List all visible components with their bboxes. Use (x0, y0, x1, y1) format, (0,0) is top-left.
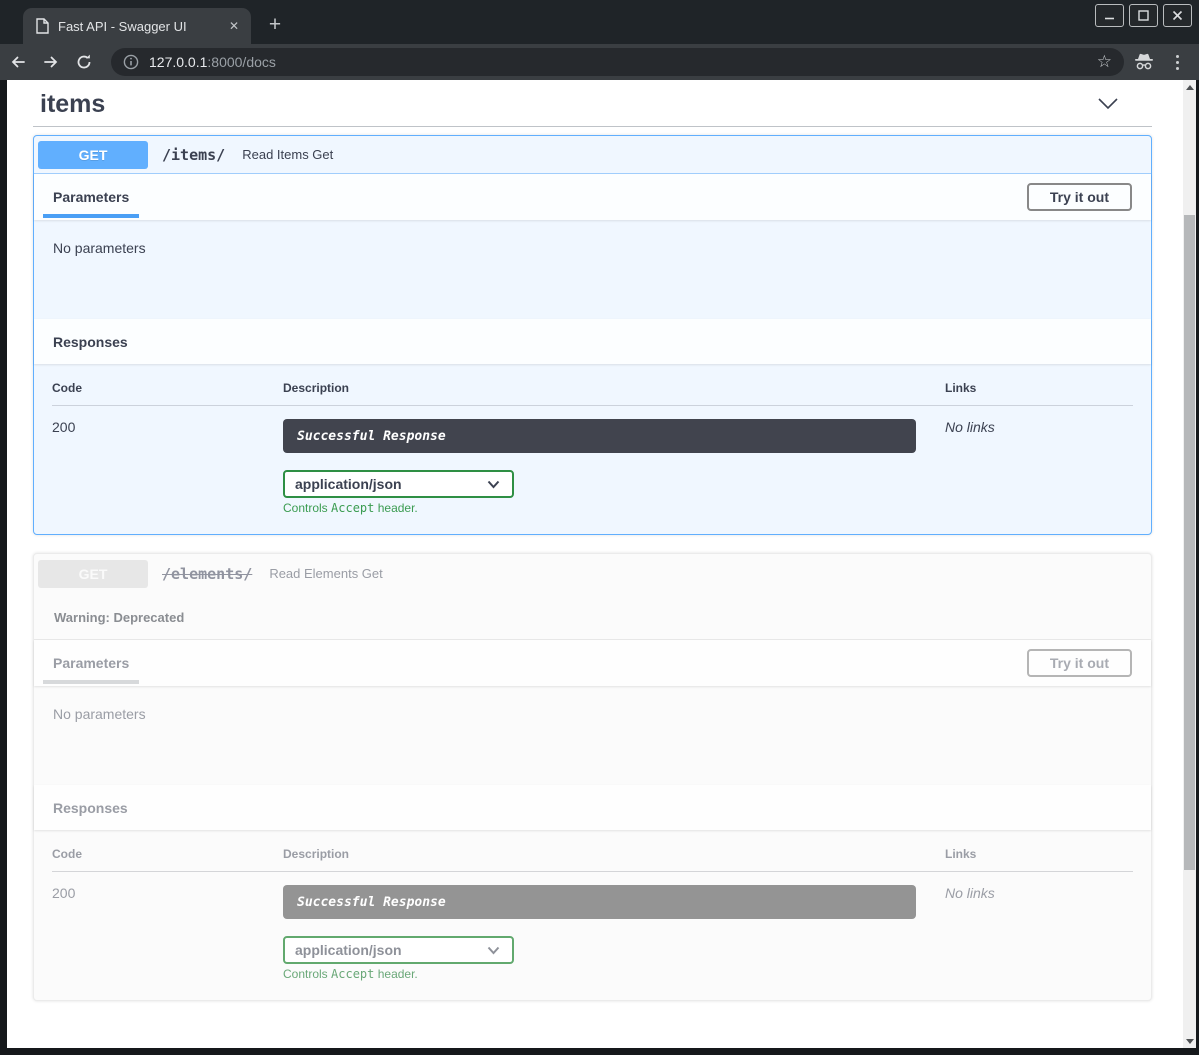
method-badge: GET (38, 560, 148, 588)
scrollbar-down-arrow[interactable] (1183, 1034, 1196, 1048)
responses-header: Responses (34, 785, 1151, 830)
response-description-cell: Successful Response application/json Con… (283, 406, 945, 534)
tag-section-header[interactable]: items (33, 89, 1152, 127)
response-description-box: Successful Response (283, 419, 916, 453)
url-bar[interactable]: 127.0.0.1:8000/docs ☆ (111, 48, 1124, 76)
response-links: No links (945, 872, 1133, 1000)
window-maximize-button[interactable] (1129, 4, 1158, 27)
back-button[interactable] (3, 47, 33, 77)
response-code: 200 (52, 872, 283, 1000)
opblock-summary[interactable]: GET /elements/ Read Elements Get (34, 554, 1151, 593)
toolbar-right-group (1132, 51, 1185, 74)
response-code: 200 (52, 406, 283, 534)
endpoint-summary: Read Elements Get (269, 566, 382, 581)
opblock-summary[interactable]: GET /items/ Read Items Get (34, 136, 1151, 174)
bookmark-star-icon[interactable]: ☆ (1095, 52, 1114, 72)
window-minimize-button[interactable] (1095, 4, 1124, 27)
responses-table: Code Description Links 200 Successful Re… (34, 830, 1151, 1000)
responses-title: Responses (53, 334, 128, 350)
url-host: 127.0.0.1 (149, 54, 207, 70)
endpoint-summary: Read Items Get (242, 147, 333, 162)
close-icon (1172, 10, 1183, 21)
opblock-get-elements-deprecated: GET /elements/ Read Elements Get Warning… (33, 553, 1152, 1001)
browser-menu-button[interactable] (1170, 51, 1185, 74)
column-header-links: Links (945, 847, 1133, 871)
try-it-out-button[interactable]: Try it out (1027, 183, 1132, 211)
media-type-select[interactable]: application/json (283, 936, 514, 964)
site-info-icon[interactable] (123, 54, 139, 70)
reload-button[interactable] (69, 47, 99, 77)
incognito-icon (1132, 52, 1156, 72)
column-header-description: Description (283, 847, 945, 871)
parameters-header: Parameters Try it out (34, 640, 1151, 686)
scrollbar-thumb[interactable] (1184, 215, 1195, 870)
column-header-links: Links (945, 381, 1133, 405)
maximize-icon (1138, 10, 1149, 21)
parameters-body: No parameters (34, 220, 1151, 319)
media-type-value: application/json (295, 942, 402, 958)
url-text: 127.0.0.1:8000/docs (149, 54, 1095, 70)
accept-header-note: Controls Accept header. (283, 967, 945, 1000)
column-header-code: Code (52, 847, 283, 871)
back-arrow-icon (9, 53, 27, 71)
responses-header: Responses (34, 319, 1151, 364)
chevron-down-icon (487, 480, 500, 489)
column-header-code: Code (52, 381, 283, 405)
response-description-cell: Successful Response application/json Con… (283, 872, 945, 1000)
endpoint-path: /items/ (162, 146, 225, 164)
swagger-content: items GET /items/ Read Items Get Paramet… (7, 80, 1183, 1001)
column-header-description: Description (283, 381, 945, 405)
window-close-button[interactable] (1163, 4, 1192, 27)
no-parameters-text: No parameters (53, 706, 146, 722)
deprecated-warning-wrapper: Warning: Deprecated (34, 593, 1151, 640)
page-viewport: items GET /items/ Read Items Get Paramet… (7, 80, 1183, 1048)
method-badge: GET (38, 141, 148, 169)
new-tab-button[interactable]: + (262, 12, 288, 38)
scrollbar-up-arrow[interactable] (1183, 80, 1196, 94)
try-it-out-button[interactable]: Try it out (1027, 649, 1132, 677)
browser-toolbar: 127.0.0.1:8000/docs ☆ (0, 44, 1199, 80)
tab-title: Fast API - Swagger UI (58, 19, 225, 34)
page-favicon-icon (35, 18, 49, 34)
parameters-body: No parameters (34, 686, 1151, 785)
tab-parameters[interactable]: Parameters (43, 642, 139, 684)
url-path: :8000/docs (207, 54, 276, 70)
minimize-icon (1104, 10, 1115, 21)
browser-tab-bar: Fast API - Swagger UI ✕ + (0, 0, 1199, 44)
page-scrollbar[interactable] (1183, 80, 1196, 1048)
forward-button[interactable] (36, 47, 66, 77)
reload-icon (75, 53, 93, 71)
parameters-header: Parameters Try it out (34, 174, 1151, 220)
no-parameters-text: No parameters (53, 240, 146, 256)
opblock-get-items: GET /items/ Read Items Get Parameters Tr… (33, 135, 1152, 535)
collapse-chevron-icon[interactable] (1096, 95, 1120, 118)
endpoint-path: /elements/ (162, 565, 252, 583)
deprecated-warning-text: Warning: Deprecated (54, 610, 184, 625)
browser-tab[interactable]: Fast API - Swagger UI ✕ (23, 8, 251, 44)
responses-title: Responses (53, 800, 128, 816)
accept-header-note: Controls Accept header. (283, 501, 945, 534)
media-type-value: application/json (295, 476, 402, 492)
response-description-box: Successful Response (283, 885, 916, 919)
tab-close-icon[interactable]: ✕ (225, 17, 243, 35)
tag-title: items (40, 90, 105, 118)
media-type-select[interactable]: application/json (283, 470, 514, 498)
window-controls (1095, 4, 1192, 27)
forward-arrow-icon (42, 53, 60, 71)
tab-parameters[interactable]: Parameters (43, 176, 139, 218)
chevron-down-icon (487, 946, 500, 955)
responses-table: Code Description Links 200 Successful Re… (34, 364, 1151, 534)
response-links: No links (945, 406, 1133, 534)
